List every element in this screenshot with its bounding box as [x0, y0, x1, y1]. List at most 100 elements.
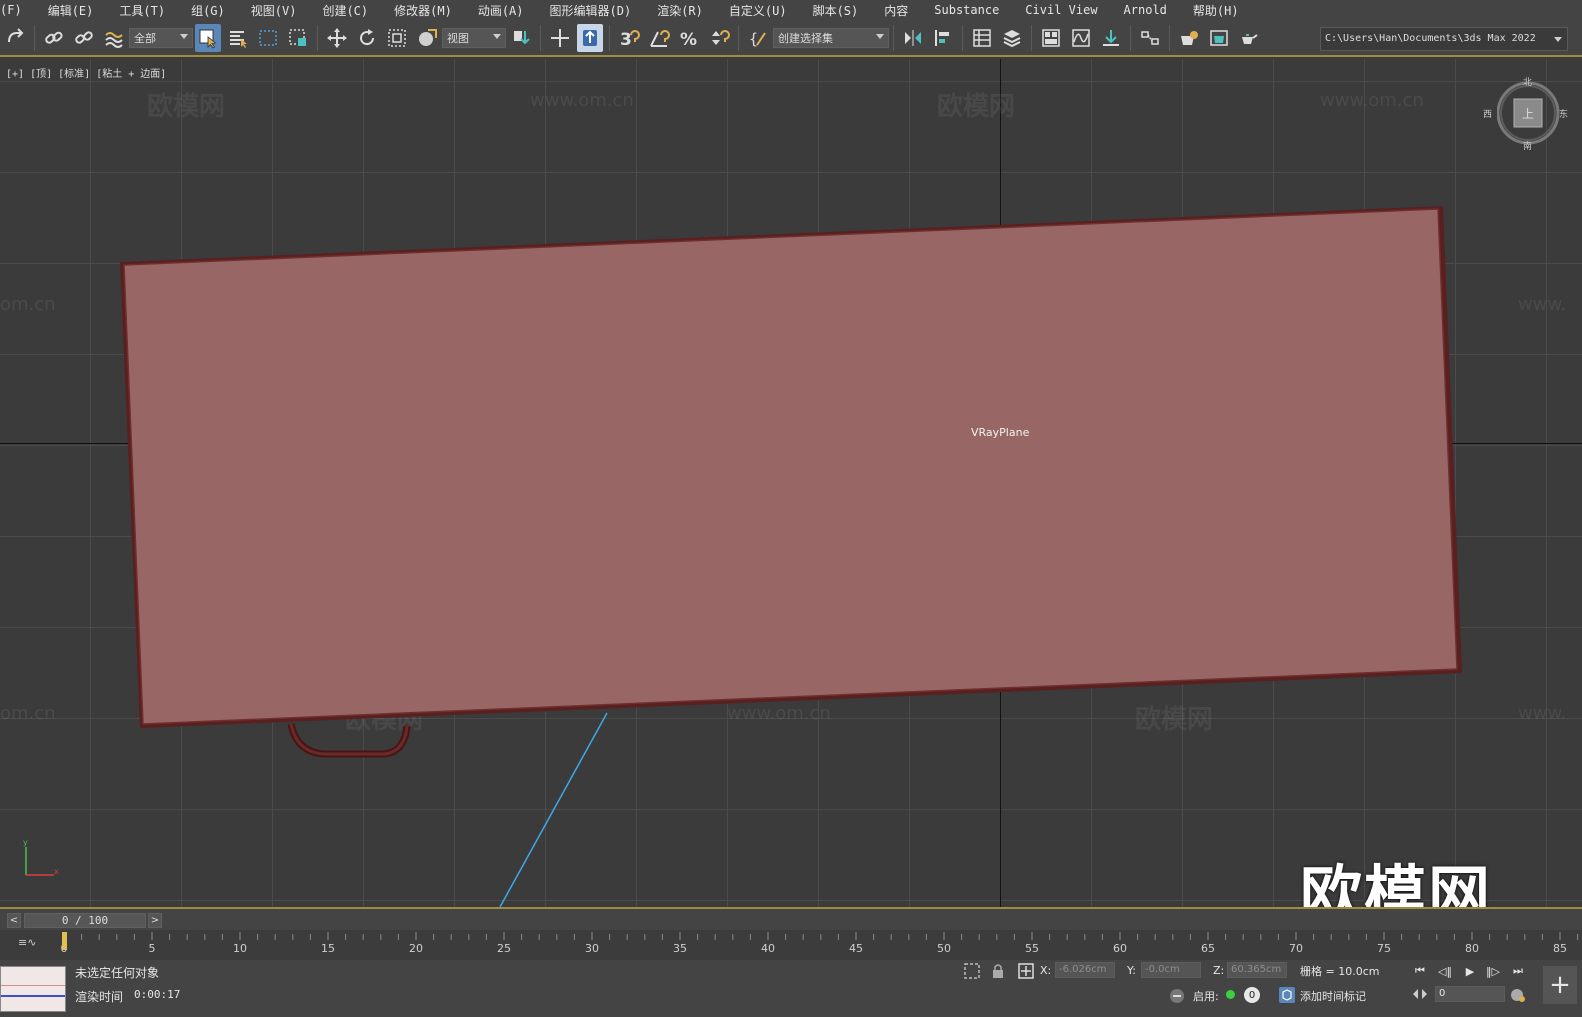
material-editor-button[interactable]	[1137, 24, 1163, 52]
named-selection-set-dropdown[interactable]: 创建选择集	[773, 27, 889, 48]
mirror-button[interactable]	[900, 24, 926, 52]
mini-curve-editor-button[interactable]: ≡∿	[18, 936, 36, 949]
key-mode-icon[interactable]	[1411, 986, 1429, 1002]
menu-item-8[interactable]: 图形编辑器(D)	[537, 2, 645, 19]
menu-item-2[interactable]: 工具(T)	[106, 2, 178, 19]
toggle-ribbon-button[interactable]	[1038, 24, 1064, 52]
layer-explorer-button[interactable]	[999, 24, 1025, 52]
toolbar-separator	[317, 24, 318, 51]
menu-item-10[interactable]: 自定义(U)	[716, 2, 800, 19]
link-icon	[45, 31, 63, 44]
align-button[interactable]	[930, 24, 956, 52]
add-panel-button[interactable]: +	[1543, 966, 1577, 1004]
viewcube[interactable]: 上 北 南 西 东	[1483, 78, 1568, 152]
keyboard-shortcut-override-button[interactable]	[577, 23, 603, 52]
menu-item-5[interactable]: 创建(C)	[309, 2, 381, 19]
track-tick-label: 10	[233, 942, 247, 955]
current-frame-spinner[interactable]: 0	[1435, 986, 1505, 1002]
isolate-selection-icon[interactable]	[963, 962, 981, 980]
link-button[interactable]	[41, 24, 67, 52]
current-frame-marker[interactable]	[62, 932, 67, 950]
edit-named-selection-button[interactable]: {	[745, 24, 771, 52]
menu-item-12[interactable]: 内容	[871, 2, 921, 19]
vrayplane-object[interactable]	[123, 208, 1458, 725]
time-tag-icon[interactable]	[1278, 986, 1296, 1004]
place-button[interactable]	[414, 24, 440, 52]
x-coord-field[interactable]: -6.026cm	[1055, 962, 1115, 978]
select-by-name-button[interactable]	[225, 24, 251, 52]
pivot-center-button[interactable]	[508, 24, 534, 52]
viewcube-west-label: 西	[1483, 110, 1493, 120]
time-config-icon[interactable]	[1509, 986, 1527, 1004]
named-selection-icon: {	[749, 30, 766, 48]
menu-item-11[interactable]: 脚本(S)	[800, 2, 872, 19]
time-slider[interactable]: < 0 / 100 >	[0, 907, 1582, 930]
bind-spacewarp-button[interactable]	[101, 24, 127, 52]
reference-coord-dropdown[interactable]: 视图	[442, 27, 506, 48]
rect-selection-region-button[interactable]	[255, 24, 281, 52]
rect-region-icon	[259, 29, 277, 46]
goto-end-button[interactable]: ⏭	[1509, 962, 1527, 980]
schematic-view-button[interactable]	[1098, 24, 1124, 52]
time-slider-prev-button[interactable]: <	[7, 913, 21, 928]
menu-item-0[interactable]: (F)	[0, 3, 35, 17]
scale-button[interactable]	[384, 24, 410, 52]
window-crossing-button[interactable]	[285, 24, 311, 52]
prev-frame-button[interactable]: ◁‖	[1436, 962, 1454, 980]
brand-watermark-logo: 欧模网	[1300, 858, 1493, 907]
rotate-button[interactable]	[354, 24, 380, 52]
snap-3d-icon: 3	[620, 30, 640, 49]
render-production-button[interactable]	[1236, 24, 1262, 52]
add-time-tag-button[interactable]: 添加时间标记	[1300, 988, 1366, 1004]
select-object-button[interactable]	[195, 23, 221, 52]
move-button[interactable]	[324, 24, 350, 52]
render-setup-button[interactable]	[1176, 24, 1202, 52]
track-tick-label: 65	[1201, 942, 1215, 955]
listener-line-blue	[1, 995, 65, 997]
goto-start-button[interactable]: ⏮	[1411, 962, 1429, 980]
unlink-button[interactable]	[71, 24, 97, 52]
project-path-dropdown[interactable]: C:\Users\Han\Documents\3ds Max 2022	[1320, 27, 1568, 51]
z-coord-field[interactable]: 60.365cm	[1227, 962, 1287, 978]
snaps-toggle-button[interactable]: 3	[616, 24, 642, 52]
menu-item-14[interactable]: Civil View	[1012, 3, 1110, 17]
track-bar[interactable]: ≡∿ 0510152025303540455055606570758085	[0, 930, 1582, 960]
menu-item-16[interactable]: 帮助(H)	[1180, 2, 1252, 19]
menu-item-4[interactable]: 视图(V)	[238, 2, 310, 19]
maxscript-listener-mini[interactable]	[0, 966, 66, 1012]
spinner-snap-button[interactable]	[706, 24, 732, 52]
time-slider-thumb[interactable]: 0 / 100	[24, 913, 146, 928]
material-editor-icon	[1141, 30, 1159, 45]
angle-snap-button[interactable]	[646, 24, 672, 52]
adaptive-degradation-icon[interactable]	[1168, 987, 1186, 1005]
selection-filter-value: 全部	[134, 31, 156, 45]
main-toolbar: 全部 视图 3 % {创建选择集 C:\Users\Han\Documents…	[0, 20, 1582, 57]
menu-item-13[interactable]: Substance	[921, 3, 1012, 17]
menu-item-6[interactable]: 修改器(M)	[381, 2, 465, 19]
lock-selection-icon[interactable]	[990, 962, 1006, 980]
menu-item-15[interactable]: Arnold	[1111, 3, 1180, 17]
scene-explorer-button[interactable]	[969, 24, 995, 52]
redo-button[interactable]	[2, 24, 28, 52]
menu-item-3[interactable]: 组(G)	[178, 2, 238, 19]
time-slider-next-button[interactable]: >	[148, 913, 162, 928]
next-frame-button[interactable]: ‖▷	[1484, 962, 1502, 980]
percent-snap-button[interactable]: %	[676, 24, 702, 52]
curve-editor-button[interactable]	[1068, 24, 1094, 52]
menu-item-9[interactable]: 渲染(R)	[644, 2, 716, 19]
menu-item-7[interactable]: 动画(A)	[465, 2, 537, 19]
pivot-icon	[514, 30, 530, 44]
top-viewport[interactable]: 欧模网www.om.cn欧模网www.om.cnom.cn欧模网www.om.c…	[0, 59, 1582, 907]
y-coord-field[interactable]: -0.0cm	[1141, 962, 1201, 978]
camera-target-line	[499, 712, 608, 907]
selection-filter-dropdown[interactable]: 全部	[129, 27, 193, 48]
menu-item-1[interactable]: 编辑(E)	[35, 2, 107, 19]
project-path-value: C:\Users\Han\Documents\3ds Max 2022	[1325, 33, 1536, 44]
manipulate-icon	[551, 28, 569, 47]
absolute-mode-icon[interactable]	[1017, 962, 1035, 980]
viewport-label-menu[interactable]: [+] [顶] [标准] [粘土 + 边面]	[6, 65, 166, 80]
rendered-frame-window-button[interactable]	[1206, 24, 1232, 52]
track-tick-label: 75	[1377, 942, 1391, 955]
play-button[interactable]: ▶	[1461, 962, 1479, 980]
select-manipulate-button[interactable]	[547, 24, 573, 52]
